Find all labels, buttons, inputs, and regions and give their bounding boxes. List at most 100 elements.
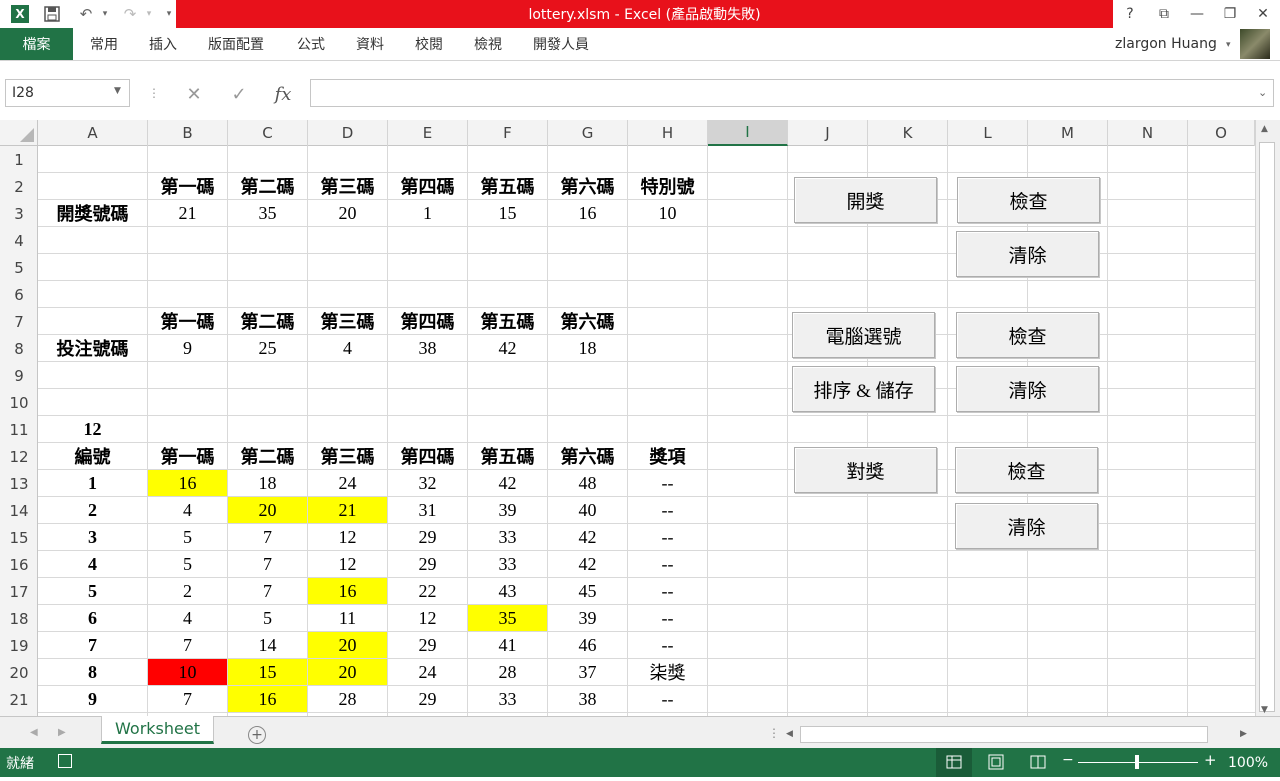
cell-b12[interactable]: 第一碼: [148, 443, 227, 469]
maximize-button[interactable]: ❐: [1215, 2, 1245, 26]
normal-view-icon[interactable]: [936, 748, 972, 777]
cell-g7[interactable]: 第六碼: [548, 308, 627, 334]
cell-f7[interactable]: 第五碼: [468, 308, 547, 334]
cell-e8[interactable]: 38: [388, 335, 467, 361]
cell-c15[interactable]: 7: [228, 524, 307, 550]
column-header-k[interactable]: K: [868, 120, 948, 146]
cell-a17[interactable]: 5: [38, 578, 147, 604]
tab-split-grip-icon[interactable]: ⋮: [768, 726, 780, 740]
cell-c2[interactable]: 第二碼: [228, 173, 307, 199]
column-header-g[interactable]: G: [548, 120, 628, 146]
column-header-f[interactable]: F: [468, 120, 548, 146]
column-header-a[interactable]: A: [38, 120, 148, 146]
cell-h2[interactable]: 特別號: [628, 173, 707, 199]
cell-h13[interactable]: --: [628, 470, 707, 496]
cell-h21[interactable]: --: [628, 686, 707, 712]
cell-a15[interactable]: 3: [38, 524, 147, 550]
tab-formulas[interactable]: 公式: [297, 28, 325, 60]
row-header-20[interactable]: 20: [0, 659, 38, 686]
draw-check-button[interactable]: 檢查: [957, 177, 1100, 223]
cell-h14[interactable]: --: [628, 497, 707, 523]
row-header-19[interactable]: 19: [0, 632, 38, 659]
cell-b7[interactable]: 第一碼: [148, 308, 227, 334]
cell-d13[interactable]: 24: [308, 470, 387, 496]
column-header-n[interactable]: N: [1108, 120, 1188, 146]
cell-c13[interactable]: 18: [228, 470, 307, 496]
cell-a20[interactable]: 8: [38, 659, 147, 685]
cell-c3[interactable]: 35: [228, 200, 307, 226]
cell-f18[interactable]: 35: [468, 605, 547, 631]
cell-a19[interactable]: 7: [38, 632, 147, 658]
cancel-icon[interactable]: ✕: [180, 80, 208, 108]
cell-d7[interactable]: 第三碼: [308, 308, 387, 334]
cell-e19[interactable]: 29: [388, 632, 467, 658]
vertical-scroll-thumb[interactable]: [1259, 142, 1275, 712]
cell-a3[interactable]: 開獎號碼: [38, 200, 147, 226]
cell-e18[interactable]: 12: [388, 605, 467, 631]
cell-a14[interactable]: 2: [38, 497, 147, 523]
cell-b18[interactable]: 4: [148, 605, 227, 631]
row-header-1[interactable]: 1: [0, 146, 38, 173]
row-header-8[interactable]: 8: [0, 335, 38, 362]
select-all-corner[interactable]: [0, 120, 38, 146]
cell-a11[interactable]: 12: [38, 416, 147, 442]
row-header-2[interactable]: 2: [0, 173, 38, 200]
cell-f3[interactable]: 15: [468, 200, 547, 226]
column-header-b[interactable]: B: [148, 120, 228, 146]
row-header-6[interactable]: 6: [0, 281, 38, 308]
cell-c19[interactable]: 14: [228, 632, 307, 658]
zoom-level[interactable]: 100%: [1228, 748, 1268, 777]
cell-c18[interactable]: 5: [228, 605, 307, 631]
tab-page-layout[interactable]: 版面配置: [208, 28, 264, 60]
zoom-in-icon[interactable]: +: [1204, 751, 1217, 769]
next-sheet-icon[interactable]: ▶: [58, 727, 66, 738]
row-header-11[interactable]: 11: [0, 416, 38, 443]
scroll-down-icon[interactable]: ▼: [1261, 705, 1268, 715]
excel-app-icon[interactable]: X: [8, 3, 32, 25]
cell-f19[interactable]: 41: [468, 632, 547, 658]
undo-icon[interactable]: ↶: [74, 3, 98, 25]
cell-c20[interactable]: 15: [228, 659, 307, 685]
zoom-slider-thumb[interactable]: [1135, 755, 1139, 769]
ribbon-display-options-icon[interactable]: ⧉: [1149, 2, 1179, 26]
cell-g15[interactable]: 42: [548, 524, 627, 550]
user-dropdown-icon[interactable]: ▾: [1226, 40, 1231, 50]
cell-d21[interactable]: 28: [308, 686, 387, 712]
cell-b21[interactable]: 7: [148, 686, 227, 712]
cell-c7[interactable]: 第二碼: [228, 308, 307, 334]
cell-d12[interactable]: 第三碼: [308, 443, 387, 469]
cell-g19[interactable]: 46: [548, 632, 627, 658]
name-box[interactable]: I28: [5, 79, 130, 107]
cell-h16[interactable]: --: [628, 551, 707, 577]
cell-g13[interactable]: 48: [548, 470, 627, 496]
save-icon[interactable]: [40, 3, 64, 25]
tab-review[interactable]: 校閱: [415, 28, 443, 60]
cell-f14[interactable]: 39: [468, 497, 547, 523]
cell-b20[interactable]: 10: [148, 659, 227, 685]
row-header-10[interactable]: 10: [0, 389, 38, 416]
cell-e2[interactable]: 第四碼: [388, 173, 467, 199]
row-header-12[interactable]: 12: [0, 443, 38, 470]
help-button[interactable]: ?: [1115, 2, 1145, 26]
redeem-clear-button[interactable]: 清除: [955, 503, 1098, 549]
column-header-h[interactable]: H: [628, 120, 708, 146]
redo-icon[interactable]: ↷: [118, 3, 142, 25]
row-header-18[interactable]: 18: [0, 605, 38, 632]
cell-f17[interactable]: 43: [468, 578, 547, 604]
cell-d17[interactable]: 16: [308, 578, 387, 604]
cell-g14[interactable]: 40: [548, 497, 627, 523]
page-layout-view-icon[interactable]: [978, 748, 1014, 777]
cell-c17[interactable]: 7: [228, 578, 307, 604]
cell-h12[interactable]: 獎項: [628, 443, 707, 469]
expand-formula-bar-icon[interactable]: ⌄: [1258, 86, 1267, 99]
customize-toolbar-icon[interactable]: ▾: [162, 3, 176, 25]
macro-record-icon[interactable]: [58, 754, 72, 768]
cell-e14[interactable]: 31: [388, 497, 467, 523]
cell-b8[interactable]: 9: [148, 335, 227, 361]
scroll-left-icon[interactable]: ◀: [786, 729, 793, 739]
cell-a21[interactable]: 9: [38, 686, 147, 712]
cell-a13[interactable]: 1: [38, 470, 147, 496]
column-header-d[interactable]: D: [308, 120, 388, 146]
insert-function-button[interactable]: fx: [268, 80, 298, 108]
tab-home[interactable]: 常用: [90, 28, 118, 60]
